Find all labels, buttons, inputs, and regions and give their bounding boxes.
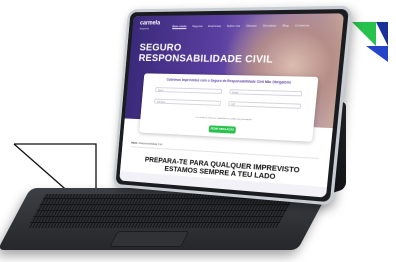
quote-form: Cobrimos Imprevistos com o Seguro de Res… <box>139 73 319 142</box>
nav-item-0[interactable]: Bem-vindo <box>172 24 187 28</box>
nav-item-6[interactable]: Blog <box>282 23 289 27</box>
page-title-line2: RESPONSABILIDADE CIVIL <box>138 52 274 66</box>
device-mockup-scene: carmela seguros Bem-vindo Seguros Empres… <box>0 0 396 262</box>
logo-sub: seguros <box>139 26 150 31</box>
email-field[interactable]: Email <box>229 89 303 97</box>
trackpad <box>109 231 190 247</box>
corner-decoration-right <box>352 22 388 62</box>
breadcrumb-current: Responsabilidade Civil <box>139 142 163 147</box>
nav-item-7[interactable]: Contactos <box>295 23 310 27</box>
keyboard-keys <box>27 194 296 228</box>
phone-field[interactable]: Telefone <box>154 98 221 106</box>
nav-item-2[interactable]: Empresas <box>208 24 221 28</box>
nav-item-1[interactable]: Seguros <box>192 24 203 28</box>
breadcrumb: Início › Responsabilidade Civil <box>131 142 162 147</box>
page-title: SEGURO RESPONSABILIDADE CIVIL <box>138 42 274 66</box>
breadcrumb-home[interactable]: Início <box>131 142 137 145</box>
nav-item-3[interactable]: Sobre nós <box>227 24 241 28</box>
tablet-frame: carmela seguros Bem-vindo Seguros Empres… <box>112 5 353 206</box>
nav-item-4[interactable]: Clientes <box>246 24 257 28</box>
nav-item-5[interactable]: Simulador <box>263 23 277 27</box>
site-logo[interactable]: carmela seguros <box>139 21 160 32</box>
nif-field[interactable]: NIF <box>228 101 302 109</box>
consent-checkbox-label[interactable]: Li e aceito os termos e condições e a po… <box>141 114 314 124</box>
form-title: Cobrimos Imprevistos com o Seguro de Res… <box>166 77 292 85</box>
name-field[interactable]: Nome <box>155 87 223 94</box>
top-navigation: carmela seguros Bem-vindo Seguros Empres… <box>139 20 337 31</box>
tablet: carmela seguros Bem-vindo Seguros Empres… <box>112 5 353 206</box>
submit-button[interactable]: PEDIR SIMULAÇÃO <box>208 125 237 134</box>
tablet-screen: carmela seguros Bem-vindo Seguros Empres… <box>119 13 345 198</box>
